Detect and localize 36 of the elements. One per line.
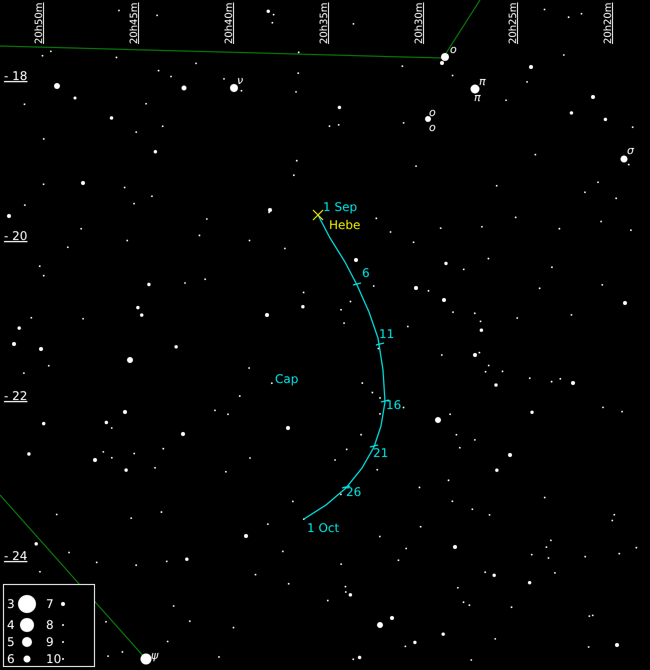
ra-label: 20h50m — [34, 2, 45, 44]
date-label: 11 — [379, 327, 394, 341]
date-label: 21 — [373, 446, 388, 460]
star-label: ο — [429, 106, 436, 119]
ra-label: 20h30m — [414, 2, 425, 44]
magnitude-label: 3 — [7, 597, 15, 611]
star-label: σ — [627, 144, 634, 157]
dec-label: - 24 — [4, 549, 28, 563]
dec-label: - 18 — [4, 69, 28, 83]
magnitude-label: 4 — [7, 618, 15, 632]
star-label: ο — [450, 43, 457, 56]
ra-label: 20h40m — [224, 2, 235, 44]
ra-label: 20h25m — [508, 2, 519, 44]
date-label: 1 Oct — [307, 521, 340, 535]
magnitude-label: 8 — [46, 618, 54, 632]
constellation-label: Cap — [275, 372, 298, 386]
dec-label: - 22 — [4, 389, 28, 403]
star-label: π — [479, 75, 486, 88]
dec-label: - 20 — [4, 229, 28, 243]
asteroid-name: Hebe — [329, 218, 360, 232]
star-label: ψ — [151, 649, 158, 662]
ra-label: 20h35m — [319, 2, 330, 44]
magnitude-label: 7 — [46, 597, 54, 611]
magnitude-label: 10 — [46, 652, 62, 666]
star-label: π — [474, 91, 481, 104]
magnitude-label: 6 — [7, 652, 15, 666]
star-label: ο — [429, 121, 436, 134]
date-label: 6 — [362, 266, 370, 280]
ra-label: 20h20m — [603, 2, 614, 44]
star-label: ν — [237, 74, 244, 87]
magnitude-label: 5 — [7, 635, 15, 649]
date-label: 16 — [386, 398, 402, 412]
ra-label: 20h45m — [129, 2, 140, 44]
date-label: 1 Sep — [323, 200, 358, 214]
date-label: 26 — [346, 485, 362, 499]
magnitude-label: 9 — [46, 635, 54, 649]
